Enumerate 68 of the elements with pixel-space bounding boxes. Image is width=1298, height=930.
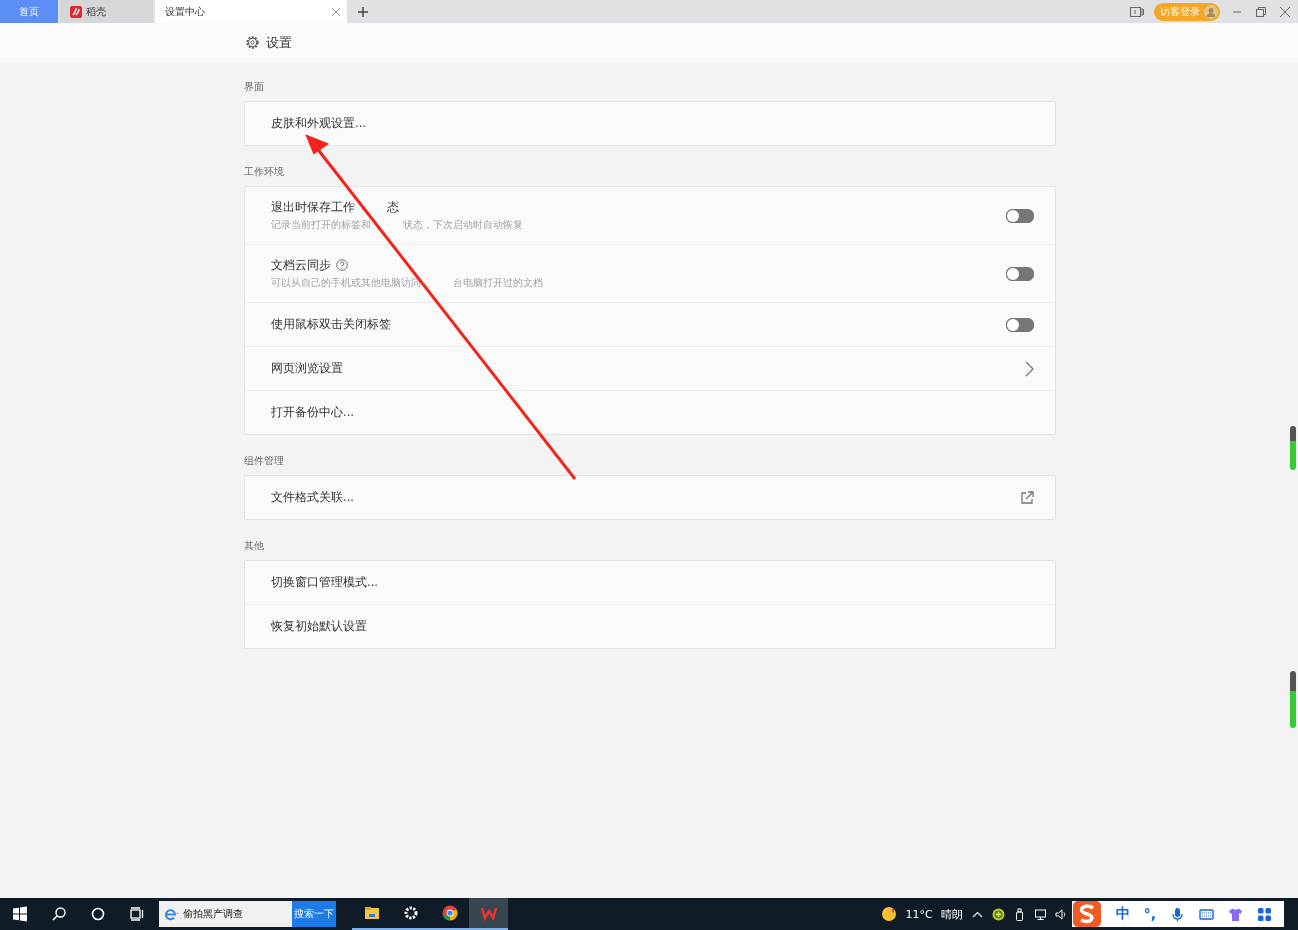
chevron-right-icon bbox=[1024, 360, 1034, 377]
avatar-icon bbox=[1204, 4, 1218, 19]
section-title: 组件管理 bbox=[244, 455, 284, 466]
settings-row[interactable]: 网页浏览设置 bbox=[245, 346, 1055, 390]
section-title: 工作环境 bbox=[244, 166, 284, 177]
tab[interactable]: 设置中心 bbox=[155, 0, 347, 23]
ime-punctuation[interactable]: °, bbox=[1143, 906, 1156, 922]
shirt-icon[interactable] bbox=[1228, 906, 1243, 922]
setting-description: 状态，下次启动时自动恢复 bbox=[403, 217, 523, 232]
section-title: 界面 bbox=[244, 81, 264, 92]
gear-icon bbox=[402, 905, 419, 921]
temperature: 11°C bbox=[905, 907, 933, 921]
sun-icon[interactable] bbox=[881, 906, 898, 922]
setting-description: 台电脑打开过的文档 bbox=[453, 275, 543, 290]
browser-icon bbox=[163, 907, 179, 921]
settings-row[interactable]: 恢复初始默认设置 bbox=[245, 604, 1055, 648]
input-method-logo-icon[interactable] bbox=[1071, 900, 1102, 928]
setting-label: 皮肤和外观设置... bbox=[271, 116, 366, 131]
section-title: 其他 bbox=[244, 540, 264, 551]
toggle-switch[interactable] bbox=[1006, 208, 1034, 223]
scroll-indicator bbox=[1290, 671, 1296, 728]
settings-row[interactable]: 皮肤和外观设置... bbox=[245, 102, 1055, 145]
close-icon[interactable] bbox=[331, 6, 341, 17]
logo-icon bbox=[70, 5, 82, 18]
setting-label: 文件格式关联... bbox=[271, 490, 354, 505]
keyboard-icon[interactable] bbox=[1199, 906, 1214, 922]
setting-description: 记录当前打开的标签和 bbox=[271, 217, 371, 232]
external-link-icon[interactable] bbox=[1020, 490, 1034, 505]
task-view-icon[interactable] bbox=[128, 906, 145, 922]
scroll-indicator bbox=[1290, 426, 1296, 470]
setting-label: 态 bbox=[387, 199, 399, 215]
plus-circle-icon[interactable] bbox=[991, 907, 1005, 921]
speaker-icon[interactable] bbox=[1054, 907, 1068, 921]
ime-mode[interactable]: 中 bbox=[1115, 905, 1130, 923]
tab[interactable]: 稻壳 bbox=[60, 0, 153, 23]
setting-label: 打开备份中心... bbox=[271, 405, 354, 420]
settings-row[interactable]: 文件格式关联... bbox=[245, 476, 1055, 519]
circle-icon[interactable] bbox=[89, 906, 106, 922]
search-icon[interactable] bbox=[50, 906, 67, 922]
new-tab-icon[interactable] bbox=[357, 5, 369, 18]
toggle-switch[interactable] bbox=[1006, 317, 1034, 332]
setting-label: 切换窗口管理模式... bbox=[271, 575, 378, 590]
search-field[interactable]: 偷拍黑产调查 bbox=[159, 901, 292, 927]
close-icon[interactable] bbox=[1278, 4, 1292, 19]
setting-label: 文档云同步 bbox=[271, 257, 331, 273]
window-icon[interactable] bbox=[1130, 4, 1144, 19]
setting-label: 退出时保存工作 bbox=[271, 199, 355, 215]
browser-icon bbox=[441, 905, 458, 921]
page-title: 设置 bbox=[266, 33, 292, 52]
setting-label: 使用鼠标双击关闭标签 bbox=[271, 317, 391, 332]
search-button[interactable]: 搜索一下 bbox=[292, 901, 336, 927]
toggle-switch[interactable] bbox=[1006, 266, 1034, 281]
settings-row[interactable]: 切换窗口管理模式... bbox=[245, 561, 1055, 604]
microphone-icon[interactable] bbox=[1170, 906, 1185, 922]
settings-icon bbox=[245, 35, 260, 50]
help-icon[interactable] bbox=[336, 259, 348, 271]
folder-icon bbox=[363, 905, 380, 921]
setting-label: 网页浏览设置 bbox=[271, 361, 343, 376]
weather-condition: 晴朗 bbox=[940, 906, 963, 922]
network-icon[interactable] bbox=[1033, 907, 1047, 921]
settings-row[interactable]: 退出时保存工作 态 记录当前打开的标签和 状态，下次启动时自动恢复 bbox=[245, 187, 1055, 244]
letter-w-icon bbox=[480, 905, 497, 921]
restore-icon[interactable] bbox=[1254, 4, 1268, 19]
setting-label: 恢复初始默认设置 bbox=[271, 619, 367, 634]
grid-icon[interactable] bbox=[1257, 906, 1272, 922]
windows-start-icon[interactable] bbox=[11, 906, 28, 922]
settings-row[interactable]: 打开备份中心... bbox=[245, 390, 1055, 434]
settings-row[interactable]: 使用鼠标双击关闭标签 bbox=[245, 302, 1055, 346]
